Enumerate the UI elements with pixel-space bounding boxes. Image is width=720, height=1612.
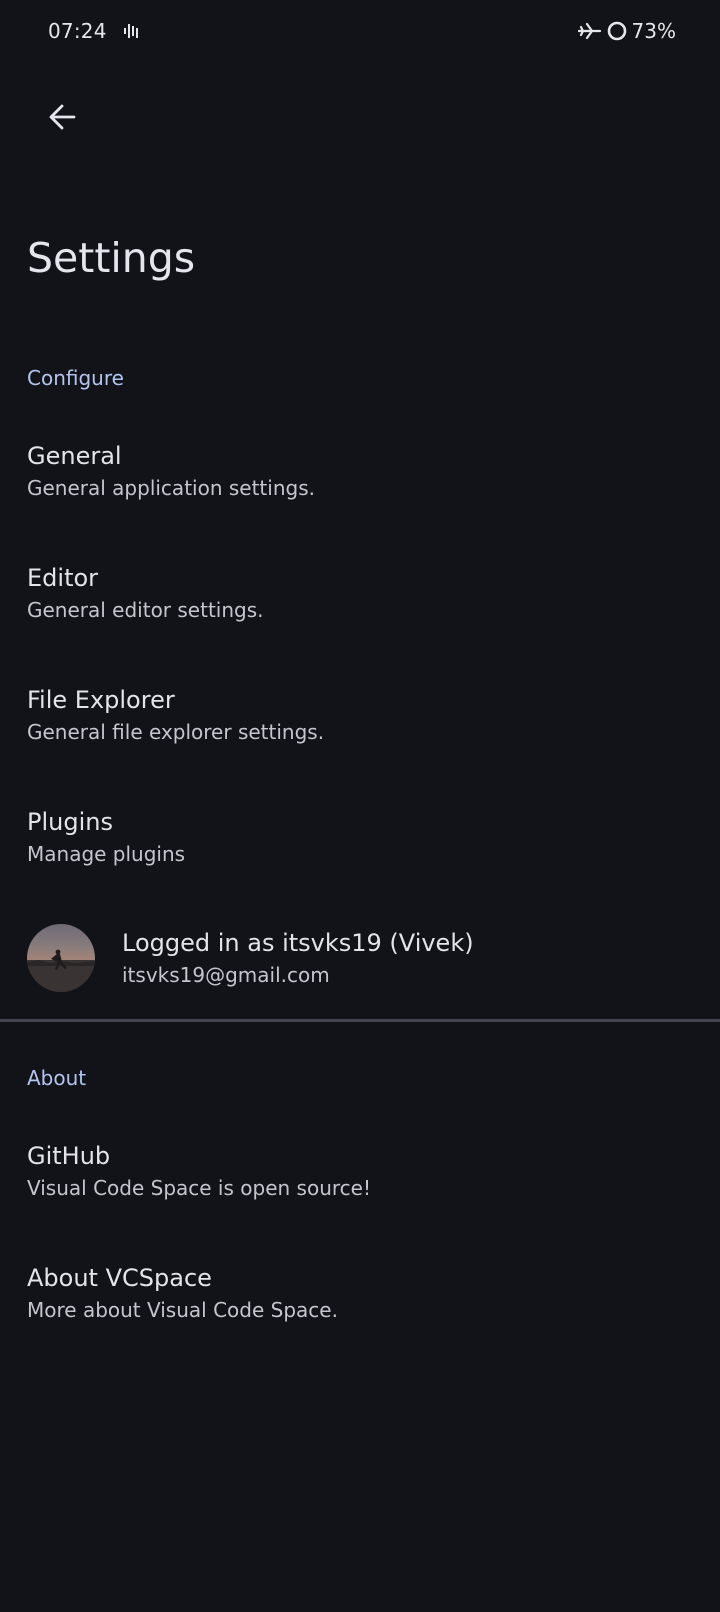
pref-summary: Visual Code Space is open source! xyxy=(27,1176,371,1200)
account-row[interactable]: Logged in as itsvks19 (Vivek) itsvks19@g… xyxy=(0,920,720,1000)
pref-plugins[interactable]: Plugins Manage plugins xyxy=(0,807,720,915)
pref-title: File Explorer xyxy=(27,686,175,714)
signal-bars-icon xyxy=(124,24,140,40)
account-title: Logged in as itsvks19 (Vivek) xyxy=(122,929,474,957)
page-title: Settings xyxy=(27,234,196,282)
pref-summary: General application settings. xyxy=(27,476,315,500)
arrow-back-icon xyxy=(47,102,77,136)
account-email: itsvks19@gmail.com xyxy=(122,963,330,987)
pref-title: Editor xyxy=(27,564,99,592)
back-button[interactable] xyxy=(38,95,86,143)
pref-title: Plugins xyxy=(27,808,113,836)
status-indicators: 73% xyxy=(577,19,676,43)
pref-summary: Manage plugins xyxy=(27,842,186,866)
avatar xyxy=(27,924,95,992)
section-header-configure: Configure xyxy=(27,366,124,390)
pref-title: GitHub xyxy=(27,1142,111,1170)
divider xyxy=(0,1019,720,1022)
pref-general[interactable]: General General application settings. xyxy=(0,441,720,549)
pref-github[interactable]: GitHub Visual Code Space is open source! xyxy=(0,1141,720,1249)
status-bar: 07:24 73% xyxy=(0,0,720,64)
pref-title: General xyxy=(27,442,122,470)
status-time: 07:24 xyxy=(48,19,107,43)
section-header-about: About xyxy=(27,1066,87,1090)
pref-summary: General file explorer settings. xyxy=(27,720,325,744)
battery-ring-icon xyxy=(606,20,628,42)
pref-summary: More about Visual Code Space. xyxy=(27,1298,338,1322)
pref-file-explorer[interactable]: File Explorer General file explorer sett… xyxy=(0,685,720,793)
airplane-mode-icon xyxy=(577,21,602,41)
battery-level: 73% xyxy=(631,19,676,43)
pref-summary: General editor settings. xyxy=(27,598,264,622)
pref-title: About VCSpace xyxy=(27,1264,212,1292)
pref-editor[interactable]: Editor General editor settings. xyxy=(0,563,720,671)
pref-about-vcspace[interactable]: About VCSpace More about Visual Code Spa… xyxy=(0,1263,720,1371)
